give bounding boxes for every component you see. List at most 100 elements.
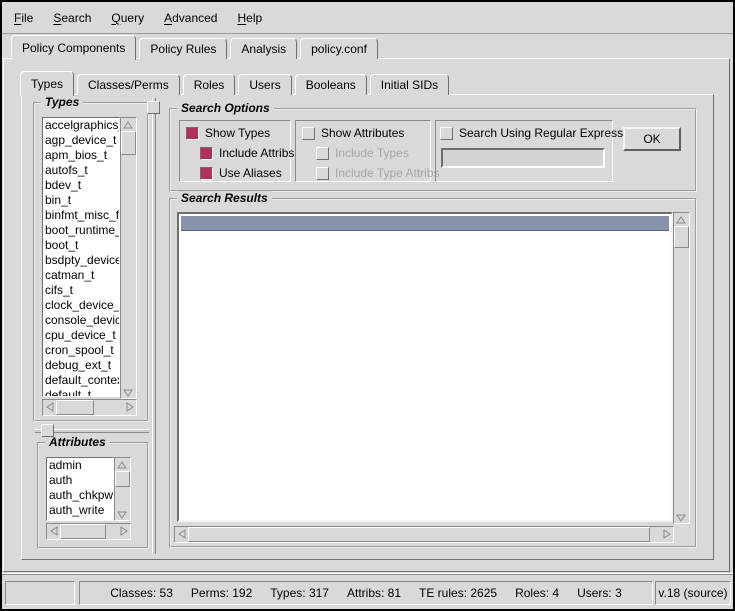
menu-item-query[interactable]: Query bbox=[101, 6, 154, 30]
attribute-list-item[interactable]: auth_write bbox=[47, 503, 113, 518]
scrollbar-trough[interactable] bbox=[60, 524, 117, 539]
status-stat-perms: Perms: 192 bbox=[191, 586, 252, 600]
attribute-list-item[interactable]: admin bbox=[47, 458, 113, 473]
use-aliases-checkbox-indicator bbox=[200, 167, 213, 180]
attributes-vertical-scrollbar[interactable] bbox=[114, 457, 131, 521]
type-list-item[interactable]: autofs_t bbox=[43, 163, 119, 178]
type-list-item[interactable]: cpu_device_t bbox=[43, 328, 119, 343]
results-vertical-scrollbar[interactable] bbox=[673, 212, 690, 524]
menu-item-advanced[interactable]: Advanced bbox=[154, 6, 227, 30]
search-results-group-title: Search Results bbox=[177, 191, 272, 205]
type-list-item[interactable]: cifs_t bbox=[43, 283, 119, 298]
attribute-list-item[interactable]: auth bbox=[47, 473, 113, 488]
policy-components-page: TypesClasses/PermsRolesUsersBooleansInit… bbox=[3, 58, 730, 572]
type-list-item[interactable]: apm_bios_t bbox=[43, 148, 119, 163]
type-list-item[interactable]: boot_t bbox=[43, 238, 119, 253]
main-sash-handle[interactable] bbox=[147, 101, 160, 114]
scroll-up-button[interactable] bbox=[674, 213, 687, 226]
regex-checkbox-label: Search Using Regular Expression bbox=[459, 126, 639, 140]
include-type-attribs-checkbox-label: Include Type Attribs bbox=[335, 166, 440, 180]
type-list-item[interactable]: default_t bbox=[43, 388, 119, 397]
type-list-item[interactable]: catman_t bbox=[43, 268, 119, 283]
main-vertical-sash[interactable] bbox=[152, 98, 156, 554]
type-list-item[interactable]: console_device bbox=[43, 313, 119, 328]
types-vertical-scrollbar[interactable] bbox=[120, 117, 137, 399]
menu-item-help[interactable]: Help bbox=[227, 6, 272, 30]
scrollbar-thumb[interactable] bbox=[56, 400, 94, 415]
scroll-left-button[interactable] bbox=[43, 400, 56, 413]
left-arrow-icon bbox=[48, 525, 60, 537]
subtab-classes-perms[interactable]: Classes/Perms bbox=[77, 74, 180, 95]
scroll-down-button[interactable] bbox=[121, 385, 134, 398]
scrollbar-trough[interactable] bbox=[188, 527, 660, 542]
attribute-list-item[interactable]: auth_chkpwd bbox=[47, 488, 113, 503]
scrollbar-trough[interactable] bbox=[121, 131, 136, 385]
scrollbar-thumb[interactable] bbox=[674, 226, 689, 248]
subtab-initial-sids[interactable]: Initial SIDs bbox=[370, 74, 449, 95]
attributes-listbox[interactable]: adminauthauth_chkpwdauth_write bbox=[46, 457, 114, 521]
scroll-right-button[interactable] bbox=[123, 400, 136, 413]
scroll-left-button[interactable] bbox=[175, 527, 188, 540]
regex-optbox: Search Using Regular Expression bbox=[435, 120, 613, 182]
ok-button[interactable]: OK bbox=[623, 127, 681, 151]
scrollbar-trough[interactable] bbox=[115, 471, 130, 507]
scrollbar-trough[interactable] bbox=[56, 400, 123, 415]
results-horizontal-scrollbar[interactable] bbox=[174, 526, 674, 543]
regex-checkbox[interactable]: Search Using Regular Expression bbox=[440, 125, 639, 141]
left-arrow-icon bbox=[44, 401, 56, 413]
type-list-item[interactable]: clock_device_t bbox=[43, 298, 119, 313]
search-results-textarea[interactable] bbox=[177, 212, 673, 522]
subtab-users[interactable]: Users bbox=[238, 74, 291, 95]
scroll-left-button[interactable] bbox=[47, 524, 60, 537]
include-types-checkbox: Include Types bbox=[316, 145, 409, 161]
scrollbar-thumb[interactable] bbox=[121, 131, 136, 155]
type-list-item[interactable]: default_context bbox=[43, 373, 119, 388]
attributes-groupbox: Attributes adminauthauth_chkpwdauth_writ… bbox=[37, 442, 149, 549]
attributes-horizontal-scrollbar[interactable] bbox=[46, 523, 131, 540]
scroll-down-button[interactable] bbox=[674, 510, 687, 523]
scroll-right-button[interactable] bbox=[660, 527, 673, 540]
use-aliases-checkbox[interactable]: Use Aliases bbox=[200, 165, 282, 181]
tab-policy-components[interactable]: Policy Components bbox=[11, 35, 136, 60]
show-attributes-checkbox[interactable]: Show Attributes bbox=[302, 125, 404, 141]
menubar: FileSearchQueryAdvancedHelp bbox=[2, 2, 733, 34]
show-types-checkbox[interactable]: Show Types bbox=[186, 125, 270, 141]
status-version-box: v.18 (source) bbox=[655, 581, 731, 605]
down-arrow-icon bbox=[675, 511, 687, 523]
scroll-up-button[interactable] bbox=[121, 118, 134, 131]
types-horizontal-scrollbar[interactable] bbox=[42, 399, 137, 416]
type-list-item[interactable]: binfmt_misc_fs bbox=[43, 208, 119, 223]
tab-policy-conf[interactable]: policy.conf bbox=[300, 38, 378, 59]
subtab-roles[interactable]: Roles bbox=[183, 74, 236, 95]
subtab-types[interactable]: Types bbox=[20, 71, 74, 96]
status-left-box bbox=[5, 581, 75, 605]
type-list-item[interactable]: cron_spool_t bbox=[43, 343, 119, 358]
type-list-item[interactable]: accelgraphics_e bbox=[43, 118, 119, 133]
type-list-item[interactable]: boot_runtime_t bbox=[43, 223, 119, 238]
scrollbar-thumb[interactable] bbox=[60, 524, 106, 539]
menu-item-file[interactable]: File bbox=[4, 6, 43, 30]
tab-analysis[interactable]: Analysis bbox=[230, 38, 297, 59]
type-list-item[interactable]: bin_t bbox=[43, 193, 119, 208]
type-list-item[interactable]: bsdpty_device_ bbox=[43, 253, 119, 268]
type-list-item[interactable]: debug_ext_t bbox=[43, 358, 119, 373]
include-type-attribs-checkbox-indicator bbox=[316, 167, 329, 180]
type-list-item[interactable]: agp_device_t bbox=[43, 133, 119, 148]
include-type-attribs-checkbox: Include Type Attribs bbox=[316, 165, 440, 181]
subtab-booleans[interactable]: Booleans bbox=[295, 74, 367, 95]
scrollbar-thumb[interactable] bbox=[115, 471, 130, 487]
left-arrow-icon bbox=[176, 528, 188, 540]
left-pane-sash-handle[interactable] bbox=[41, 424, 54, 437]
scroll-down-button[interactable] bbox=[115, 507, 128, 520]
menu-item-search[interactable]: Search bbox=[43, 6, 101, 30]
types-listbox[interactable]: accelgraphics_eagp_device_tapm_bios_taut… bbox=[42, 117, 120, 397]
scrollbar-thumb[interactable] bbox=[188, 527, 650, 542]
selected-result-line bbox=[181, 216, 669, 231]
include-attribs-checkbox[interactable]: Include Attribs bbox=[200, 145, 294, 161]
tab-policy-rules[interactable]: Policy Rules bbox=[139, 38, 227, 59]
scroll-up-button[interactable] bbox=[115, 458, 128, 471]
types-group-title: Types bbox=[41, 95, 83, 109]
type-list-item[interactable]: bdev_t bbox=[43, 178, 119, 193]
scroll-right-button[interactable] bbox=[117, 524, 130, 537]
scrollbar-trough[interactable] bbox=[674, 226, 689, 510]
